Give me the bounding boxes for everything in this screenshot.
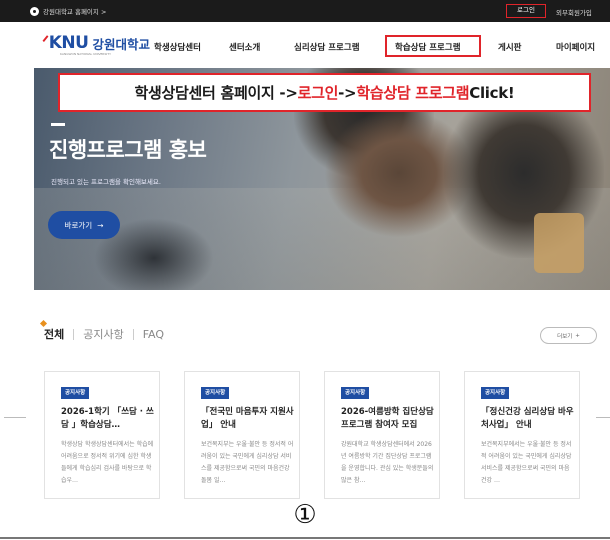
hero-title: 진행프로그램 홍보 (49, 138, 207, 162)
bottom-divider (0, 537, 610, 539)
instruction-part: 학생상담센터 홈페이지 -> (134, 84, 298, 102)
nav-counseling-center[interactable]: 학생상담센터 (154, 41, 201, 53)
hero-photo-bag (534, 213, 584, 273)
card-title: 2026-1학기 「쓰담 · 쓰담 」학습상담… (61, 407, 154, 430)
notice-badge: 공지사항 (61, 387, 90, 399)
top-bar: 강원대학교 홈페이지 > 로그인 외부회원가입 (0, 0, 610, 22)
tab-divider (73, 328, 75, 340)
notice-badge: 공지사항 (201, 387, 230, 399)
card-body: 보건복지부는 우울·불안 등 정서적 어려움이 있는 국민에게 심리상담 서비스… (201, 441, 294, 484)
site-logo[interactable]: ᐟKNU 강원대학교 KANGWON NATIONAL UNIVERSITY (42, 33, 150, 57)
nav-board[interactable]: 게시판 (498, 41, 521, 53)
university-home-link[interactable]: 강원대학교 홈페이지 > (30, 6, 106, 16)
tab-all[interactable]: 전체 (44, 326, 64, 342)
more-label: 더보기 (557, 333, 573, 340)
hero-description: 진행되고 있는 프로그램을 확인해보세요. (51, 178, 161, 186)
logo-k-mark: ᐟ (42, 33, 49, 53)
hero-dash-decoration (51, 123, 65, 126)
notice-badge: 공지사항 (341, 387, 370, 399)
notice-card[interactable]: 공지사항 2026-1학기 「쓰담 · 쓰담 」학습상담… 학생상담 학생상담센… (44, 371, 160, 499)
instruction-banner: 학생상담센터 홈페이지 -> 로그인 -> 학습상담 프로그램 Click! (58, 73, 591, 112)
notice-card[interactable]: 공지사항 「전국민 마음투자 지원사업」 안내 보건복지부는 우울·불안 등 정… (184, 371, 300, 499)
card-title: 2026-여름방학 집단상담 프로그램 참여자 모집 (341, 407, 434, 430)
university-home-label: 강원대학교 홈페이지 > (43, 8, 107, 16)
notice-card[interactable]: 공지사항 2026-여름방학 집단상담 프로그램 참여자 모집 강원대학교 학생… (324, 371, 440, 499)
card-body: 강원대학교 학생상담센터에서 2026년 여름방학 기간 집단상담 프로그램을 … (341, 441, 434, 484)
nav-mypage[interactable]: 마이페이지 (556, 41, 595, 53)
notice-badge: 공지사항 (481, 387, 510, 399)
logo-knu: ᐟKNU (42, 33, 89, 53)
tab-notice[interactable]: 공지사항 (83, 326, 123, 342)
carousel-next-arrow-icon[interactable] (596, 417, 610, 418)
instruction-login: 로그인 (297, 84, 339, 102)
more-button[interactable]: 더보기 + (540, 327, 597, 344)
card-title: 「정신건강 심리상담 바우처사업」 안내 (481, 407, 574, 430)
card-body: 보건복지부에서는 우울·불안 등 정서적 어려움이 있는 국민에게 심리상담 서… (481, 441, 572, 484)
hero-go-button[interactable]: 바로가기 → (48, 211, 120, 239)
login-link[interactable]: 로그인 (506, 4, 546, 18)
nav-center-intro[interactable]: 센터소개 (229, 41, 260, 53)
main-header: ᐟKNU 강원대학교 KANGWON NATIONAL UNIVERSITY 학… (0, 22, 610, 68)
logo-knu-text: KNU (48, 33, 89, 53)
instruction-learning-program: 학습상담 프로그램 (356, 84, 470, 102)
plus-icon: + (575, 332, 580, 339)
logo-subtitle: KANGWON NATIONAL UNIVERSITY (60, 52, 111, 56)
nav-psych-program[interactable]: 심리상담 프로그램 (294, 41, 360, 53)
tab-divider (132, 328, 134, 340)
hero-go-label: 바로가기 (64, 220, 93, 230)
home-circle-icon (30, 6, 39, 16)
arrow-right-icon: → (97, 220, 104, 230)
notice-card[interactable]: 공지사항 「정신건강 심리상담 바우처사업」 안내 보건복지부에서는 우울·불안… (464, 371, 580, 499)
board-tabs: 전체 공지사항 FAQ (39, 319, 164, 342)
logo-korean: 강원대학교 (92, 37, 150, 52)
instruction-part: -> (338, 83, 357, 102)
tab-faq[interactable]: FAQ (143, 328, 164, 341)
nav-learning-program[interactable]: 학습상담 프로그램 (395, 41, 461, 53)
external-join-link[interactable]: 외부회원가입 (556, 7, 592, 17)
carousel-prev-arrow-icon[interactable] (4, 417, 26, 418)
step-number: ① (293, 500, 317, 530)
card-body: 학생상담 학생상담센터에서는 학습에 어려움으로 정서적 위기에 심한 학생들에… (61, 441, 154, 484)
page: 강원대학교 홈페이지 > 로그인 외부회원가입 ᐟKNU 강원대학교 KANGW… (0, 0, 610, 540)
instruction-part: Click! (469, 83, 515, 102)
card-title: 「전국민 마음투자 지원사업」 안내 (201, 407, 294, 430)
